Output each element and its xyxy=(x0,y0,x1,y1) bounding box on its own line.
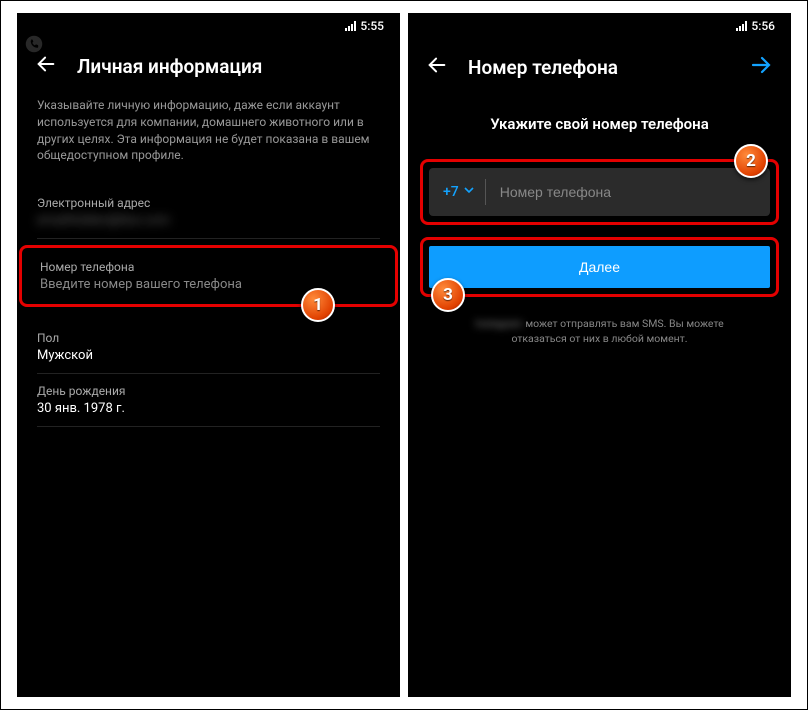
phone-field-highlight: Номер телефона Введите номер вашего теле… xyxy=(19,245,398,307)
description-text: Указывайте личную информацию, даже если … xyxy=(37,97,380,164)
birthday-value: 30 янв. 1978 г. xyxy=(37,401,380,416)
page-title: Личная информация xyxy=(77,55,382,78)
screen-personal-info: 5:55 Личная информация Указывайте личную… xyxy=(17,13,400,697)
input-divider xyxy=(485,179,486,205)
phone-label: Номер телефона xyxy=(40,260,377,274)
disclaimer-text: Instagram может отправлять вам SMS. Вы м… xyxy=(428,317,771,346)
back-icon[interactable] xyxy=(35,53,57,79)
status-bar: 5:55 xyxy=(17,13,400,39)
chevron-down-icon xyxy=(463,184,475,200)
header: Личная информация xyxy=(17,39,400,97)
disclaimer-rest: может отправлять вам SMS. Вы можете отка… xyxy=(511,317,723,345)
email-label: Электронный адрес xyxy=(37,196,380,210)
next-button[interactable]: Далее xyxy=(429,246,770,288)
phone-input-highlight: +7 2 xyxy=(420,159,779,225)
phone-number-input[interactable] xyxy=(500,184,770,200)
disclaimer-hidden: Instagram xyxy=(475,317,522,332)
email-value: emailhidden@blur.com xyxy=(37,213,380,228)
signal-icon xyxy=(345,21,356,31)
country-code-selector[interactable]: +7 xyxy=(429,184,485,200)
callout-badge-1: 1 xyxy=(301,288,335,322)
gender-value: Мужской xyxy=(37,348,380,363)
gender-label: Пол xyxy=(37,331,380,345)
country-code-value: +7 xyxy=(443,184,459,200)
clock: 5:56 xyxy=(751,19,775,33)
gender-field[interactable]: Пол Мужской xyxy=(37,321,380,374)
birthday-label: День рождения xyxy=(37,384,380,398)
next-button-highlight: Далее 3 xyxy=(420,237,779,297)
subtitle: Укажите свой номер телефона xyxy=(428,115,771,133)
forward-icon[interactable] xyxy=(749,53,773,81)
screen-phone-number: 5:56 Номер телефона Укажите свой номер т… xyxy=(408,13,791,697)
birthday-field[interactable]: День рождения 30 янв. 1978 г. xyxy=(37,374,380,427)
status-bar: 5:56 xyxy=(408,13,791,39)
header: Номер телефона xyxy=(408,39,791,99)
email-field[interactable]: Электронный адрес emailhidden@blur.com xyxy=(37,186,380,239)
callout-badge-2: 2 xyxy=(734,144,768,178)
phone-input-container: +7 xyxy=(429,168,770,216)
page-title: Номер телефона xyxy=(468,56,729,79)
phone-field[interactable]: Номер телефона Введите номер вашего теле… xyxy=(40,260,377,292)
signal-icon xyxy=(736,21,747,31)
back-icon[interactable] xyxy=(426,54,448,80)
clock: 5:55 xyxy=(360,19,384,33)
callout-badge-3: 3 xyxy=(431,278,465,312)
viber-icon xyxy=(25,35,43,53)
